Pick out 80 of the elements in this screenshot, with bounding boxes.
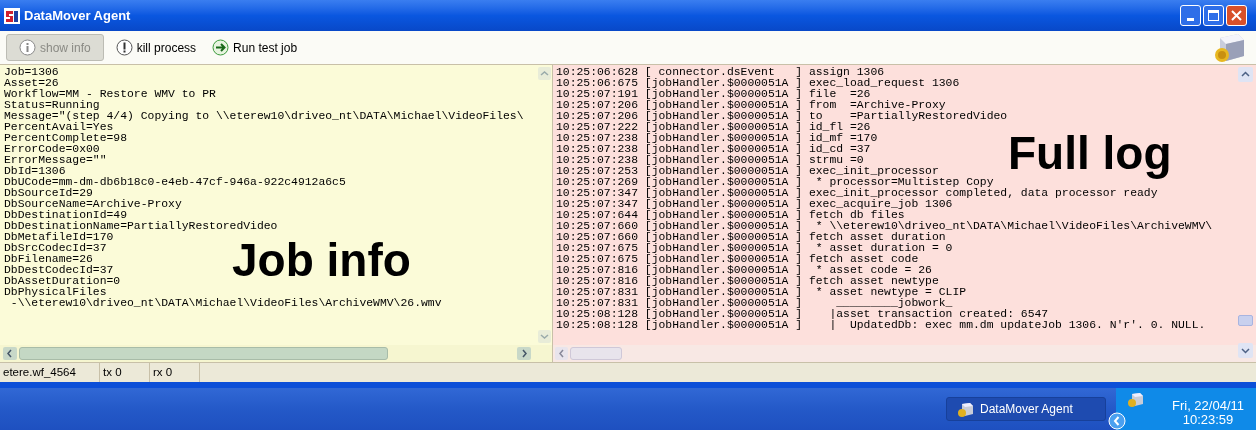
app-cube-icon[interactable]	[1127, 391, 1144, 407]
info-line: -\\eterew10\driveo_nt\DATA\Michael\VideoFiles\ArchiveWMV\26.wmv	[9, 298, 442, 309]
toolbar-button[interactable]: Run test job	[208, 34, 302, 61]
arrow-right-icon	[212, 39, 230, 56]
vertical-scrollbar[interactable]	[538, 65, 552, 345]
log-line: 10:25:07:347 [jobHandler.$0000051A ] exec_acquire_job 1306	[556, 199, 953, 210]
log-line: 10:25:07:238 [jobHandler.$0000051A ] id_cd =37	[556, 144, 871, 155]
log-line: 10:25:07:238 [jobHandler.$0000051A ] id_mf =170	[556, 133, 878, 144]
log-line: 10:25:07:816 [jobHandler.$0000051A ] fetch asset newtype	[556, 276, 939, 287]
app-icon	[4, 7, 20, 24]
log-line: 10:25:08:128 [jobHandler.$0000051A ] | UpdatedDb: exec mm.dm updateJob 1306. N'r'. 0. NULL.	[556, 320, 1206, 331]
log-line: 10:25:07:206 [jobHandler.$0000051A ] from =Archive-Proxy	[556, 100, 946, 111]
info-line: DbUCode=mm-dm-db6b18c0-e4eb-47cf-946a-922c4912a6c5	[4, 177, 346, 188]
info-line: PercentAvail=Yes	[4, 122, 114, 133]
info-line: DbDestinationId=49	[4, 210, 128, 221]
close-icon	[1231, 10, 1242, 21]
log-line: 10:25:07:206 [jobHandler.$0000051A ] to =PartiallyRestoredVideo	[556, 111, 1008, 122]
horizontal-scrollbar[interactable]	[0, 345, 552, 362]
clock-time: 10:23:59	[1182, 413, 1234, 427]
maximize-icon	[1208, 10, 1219, 21]
info-line: DbAssetDuration=0	[4, 276, 121, 287]
full-log-label: Full log	[1008, 129, 1172, 177]
scroll-thumb[interactable]	[19, 347, 388, 360]
info-line: DbFilename=26	[4, 254, 93, 265]
log-line: 10:25:07:222 [jobHandler.$0000051A ] id_fl =26	[556, 122, 871, 133]
log-line: 10:25:07:660 [jobHandler.$0000051A ] fetch asset duration	[556, 232, 946, 243]
info-line: DbSourceName=Archive-Proxy	[4, 199, 182, 210]
log-line: 10:25:07:238 [jobHandler.$0000051A ] strmu =0	[556, 155, 864, 166]
scroll-up-icon[interactable]	[538, 67, 551, 80]
log-line: 10:25:06:675 [jobHandler.$0000051A ] exec_load_request 1306	[556, 78, 960, 89]
close-button[interactable]	[1226, 5, 1247, 26]
info-line: Status=Running	[4, 100, 100, 111]
horizontal-scrollbar[interactable]	[553, 345, 1256, 362]
info-line: ErrorCode=0x00	[4, 144, 100, 155]
log-line: 10:25:07:675 [jobHandler.$0000051A ] * asset duration = 0	[556, 243, 953, 254]
minimize-button[interactable]	[1180, 5, 1201, 26]
scroll-down-icon[interactable]	[538, 330, 551, 343]
info-line: DbDestCodecId=37	[4, 265, 114, 276]
log-line: 10:25:07:816 [jobHandler.$0000051A ] * asset code = 26	[556, 265, 932, 276]
scroll-thumb[interactable]	[1238, 315, 1253, 326]
job-info-label: Job info	[232, 236, 411, 284]
clock-date: Fri, 22/04/11	[1171, 399, 1244, 413]
info-line: DbSourceId=29	[4, 188, 93, 199]
exclamation-icon	[115, 39, 133, 56]
log-line: 10:25:07:675 [jobHandler.$0000051A ] fetch asset code	[556, 254, 919, 265]
info-icon	[19, 39, 36, 56]
info-line: Workflow=MM - Restore WMV to PR	[4, 89, 216, 100]
scroll-down-icon[interactable]	[1238, 343, 1253, 358]
scroll-left-icon[interactable]	[555, 347, 568, 360]
info-line: Job=1306	[4, 67, 59, 78]
scroll-thumb[interactable]	[570, 347, 622, 360]
app-cube-icon	[957, 401, 974, 417]
scroll-right-icon[interactable]	[517, 347, 531, 360]
taskbar-button[interactable]: DataMover Agent	[946, 397, 1106, 421]
info-line: DbMetafileId=170	[4, 232, 114, 243]
info-line: Asset=26	[4, 78, 59, 89]
log-line: 10:25:07:269 [jobHandler.$0000051A ] * processor=Multistep Copy	[556, 177, 994, 188]
log-line: 10:25:08:128 [jobHandler.$0000051A ] |asset transaction created: 6547	[556, 309, 1049, 320]
maximize-button[interactable]	[1203, 5, 1224, 26]
info-line: PercentComplete=98	[4, 133, 128, 144]
info-line: Message="(step 4/4) Copying to \\eterew10\driveo_nt\DATA\Michael\VideoFiles\	[4, 111, 524, 122]
info-line: DbPhysicalFiles	[4, 287, 107, 298]
scroll-left-icon[interactable]	[3, 347, 17, 360]
log-line: 10:25:07:831 [jobHandler.$0000051A ] _________jobwork_	[556, 298, 953, 309]
scroll-up-icon[interactable]	[1238, 67, 1253, 82]
toolbar-button[interactable]: kill process	[111, 34, 201, 61]
info-line: DbId=1306	[4, 166, 66, 177]
info-line: DbSrcCodecId=37	[4, 243, 107, 254]
chevron-left-icon[interactable]	[1108, 412, 1126, 430]
minimize-icon	[1187, 18, 1194, 21]
log-line: 10:25:07:253 [jobHandler.$0000051A ] exec_init_processor	[556, 166, 939, 177]
log-line: 10:25:06:628 [ connector.dsEvent ] assign 1306	[556, 67, 885, 78]
log-line: 10:25:07:347 [jobHandler.$0000051A ] exec_init_processor completed, data processor ready	[556, 188, 1158, 199]
log-line: 10:25:07:191 [jobHandler.$0000051A ] file =26	[556, 89, 871, 100]
log-line: 10:25:07:660 [jobHandler.$0000051A ] * \\eterew10\driveo_nt\DATA\Michael\VideoFiles\ArchiveWMV\	[556, 221, 1213, 232]
window-title: DataMover Agent	[24, 6, 131, 25]
info-line: DbDestinationName=PartiallyRestoredVideo	[4, 221, 278, 232]
log-line: 10:25:07:644 [jobHandler.$0000051A ] fetch db files	[556, 210, 905, 221]
log-line: 10:25:07:831 [jobHandler.$0000051A ] * asset newtype = CLIP	[556, 287, 967, 298]
info-line: ErrorMessage=""	[4, 155, 107, 166]
